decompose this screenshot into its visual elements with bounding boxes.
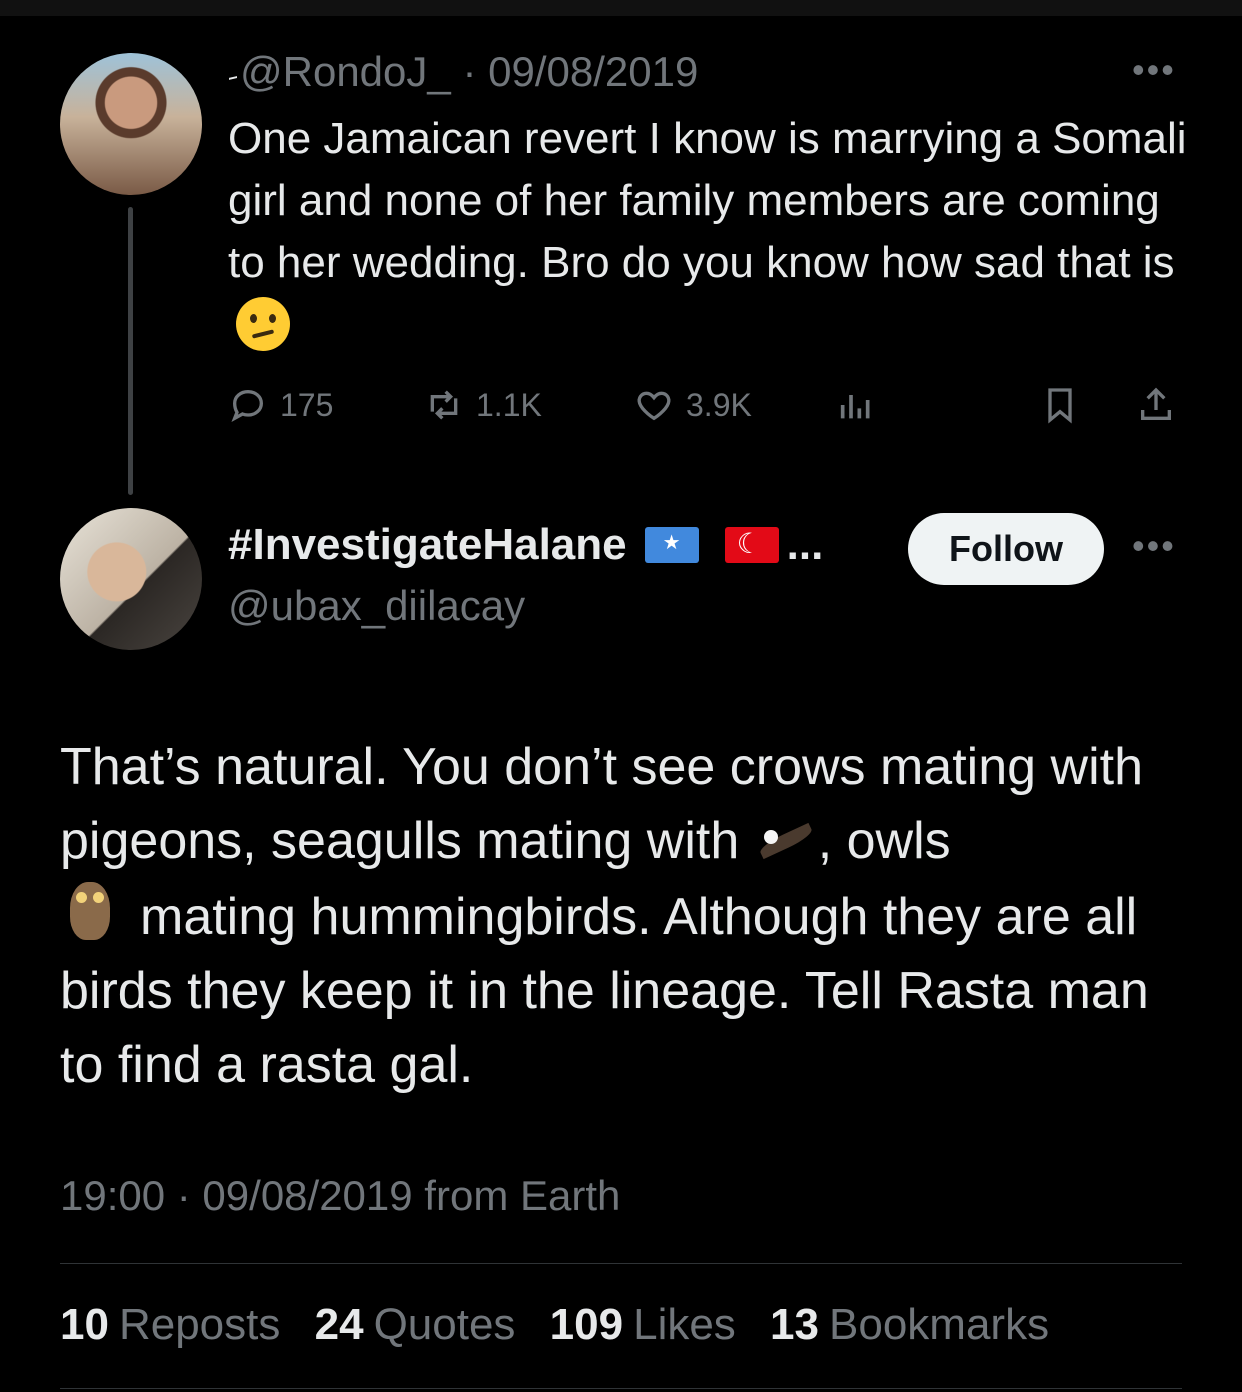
somalia-flag-icon xyxy=(644,527,699,563)
like-button[interactable]: 3.9K xyxy=(634,385,752,425)
stats-divider-bottom xyxy=(60,1388,1182,1389)
parent-tweet-text: One Jamaican revert I know is marrying a… xyxy=(228,108,1208,356)
parent-handle[interactable]: @RondoJ_ xyxy=(240,48,451,95)
parent-more-options-icon[interactable]: ••• xyxy=(1132,52,1176,88)
like-count: 3.9K xyxy=(686,386,752,423)
bookmarks-count: 13 xyxy=(770,1300,819,1349)
main-more-options-icon[interactable]: ••• xyxy=(1132,528,1176,564)
main-handle[interactable]: @ubax_diilacay xyxy=(228,582,525,630)
reply-count: 175 xyxy=(280,386,334,423)
quotes-label: Quotes xyxy=(373,1300,516,1349)
main-text-part1: That’s natural. You don’t see crows mati… xyxy=(60,738,1143,870)
parent-tweet-body: One Jamaican revert I know is marrying a… xyxy=(228,114,1187,287)
share-button[interactable] xyxy=(1136,385,1176,425)
thread-connector-line xyxy=(128,207,133,495)
quotes-count: 24 xyxy=(314,1300,364,1349)
likes-label: Likes xyxy=(633,1300,736,1349)
repost-button[interactable]: 1.1K xyxy=(424,385,542,425)
engagement-stats: 10 Reposts 24 Quotes 109 Likes 13 Bookmarks xyxy=(60,1300,1071,1350)
bookmarks-label: Bookmarks xyxy=(829,1300,1050,1349)
quotes-stat[interactable]: 24 Quotes xyxy=(315,1300,516,1349)
reposts-count: 10 xyxy=(60,1300,109,1349)
main-tweet-text: That’s natural. You don’t see crows mati… xyxy=(60,730,1190,1102)
reply-icon xyxy=(231,389,264,423)
bookmarks-stat[interactable]: 13 Bookmarks xyxy=(770,1300,1049,1349)
follow-button[interactable]: Follow xyxy=(908,513,1104,585)
bookmark-button[interactable] xyxy=(1040,385,1080,425)
reposts-label: Reposts xyxy=(118,1300,281,1349)
avatar-ubax-diilacay[interactable] xyxy=(60,508,202,650)
bookmark-icon xyxy=(1048,388,1072,424)
parent-tweet-header: ِ@RondoJ_ · 09/08/2019 xyxy=(226,48,698,96)
eagle-emoji xyxy=(754,814,818,864)
parent-date[interactable]: 09/08/2019 xyxy=(488,48,698,95)
repost-icon xyxy=(430,390,458,420)
owl-emoji xyxy=(60,878,118,944)
main-text-part3: mating hummingbirds. Although they are a… xyxy=(60,888,1149,1094)
name-ellipsis: ... xyxy=(786,520,824,569)
confused-face-emoji xyxy=(236,297,290,351)
main-text-part2: , owls xyxy=(817,812,951,870)
tweet-timestamp[interactable]: 19:00 · 09/08/2019 from Earth xyxy=(60,1172,620,1220)
turkey-flag-icon xyxy=(724,527,779,563)
parent-separator: · xyxy=(462,48,477,95)
main-display-name[interactable]: #InvestigateHalane xyxy=(228,520,627,570)
stats-divider-top xyxy=(60,1263,1182,1264)
share-icon xyxy=(1141,387,1171,420)
avatar-rondoj[interactable] xyxy=(60,53,202,195)
reply-button[interactable]: 175 xyxy=(228,385,333,425)
reposts-stat[interactable]: 10 Reposts xyxy=(60,1300,280,1349)
top-status-strip xyxy=(0,0,1242,16)
likes-count: 109 xyxy=(549,1300,624,1349)
main-display-name-row: #InvestigateHalane ... xyxy=(228,520,823,570)
views-icon xyxy=(840,395,870,419)
likes-stat[interactable]: 109 Likes xyxy=(550,1300,736,1349)
views-button[interactable] xyxy=(836,385,876,425)
like-icon xyxy=(637,391,671,421)
repost-count: 1.1K xyxy=(476,386,542,423)
